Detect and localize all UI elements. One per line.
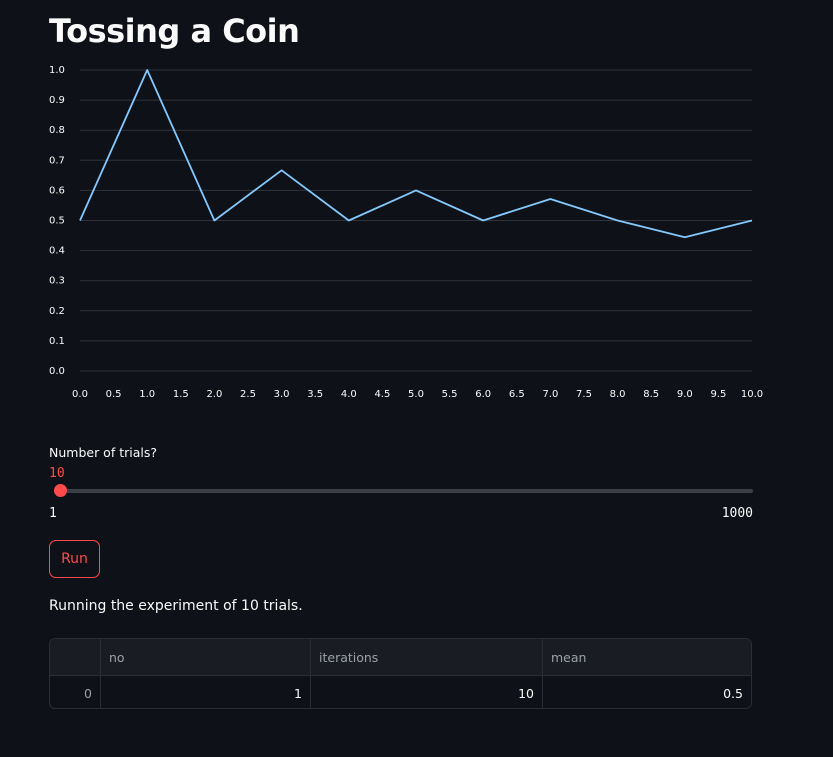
x-axis-ticks: 0.0 0.5 1.0 1.5 2.0 2.5 3.0 3.5 4.0 4.5 5.0 5.5 6.0 6… [72,389,763,400]
table-header-mean[interactable]: mean [543,639,751,675]
table-header-row: no iterations mean [50,639,751,676]
table-cell-mean[interactable]: 0.5 [543,676,751,708]
x-tick-label: 7.5 [576,389,592,400]
x-tick-label: 2.5 [240,389,256,400]
y-tick-label: 0.3 [49,276,65,287]
y-tick-label: 0.5 [49,216,65,227]
x-tick-label: 3.0 [274,389,290,400]
y-tick-label: 0.2 [49,306,65,317]
slider-thumb[interactable] [53,484,67,497]
slider-label: Number of trials? [49,445,158,460]
x-tick-label: 9.0 [677,389,693,400]
table-row: 0 1 10 0.5 [50,676,751,708]
run-button[interactable]: Run [49,540,100,578]
x-tick-label: 4.0 [341,389,357,400]
table-cell-iterations[interactable]: 10 [311,676,543,708]
page-title: Tossing a Coin [49,12,300,50]
y-tick-label: 0.6 [49,185,65,196]
results-table: no iterations mean 0 1 10 0.5 [49,638,752,709]
x-tick-label: 8.0 [610,389,626,400]
y-tick-label: 0.4 [49,246,65,257]
slider-track[interactable] [54,489,753,493]
x-tick-label: 5.5 [442,389,458,400]
chart-series [79,69,753,239]
x-tick-label: 1.5 [173,389,189,400]
x-tick-label: 10.0 [741,389,763,400]
x-tick-label: 6.5 [509,389,525,400]
table-cell-no[interactable]: 1 [101,676,311,708]
slider-min-label: 1 [49,506,57,521]
line-chart: 0.0 0.1 0.2 0.3 0.4 0.5 0.6 0.7 0.8 0.9 1.0 0.0 0.5… [49,65,763,400]
chart-grid [80,69,752,372]
table-header-iterations[interactable]: iterations [311,639,543,675]
x-tick-label: 0.5 [106,389,122,400]
y-tick-label: 1.0 [49,65,65,76]
y-tick-label: 0.9 [49,95,65,106]
slider-current-value: 10 [49,466,65,481]
x-tick-label: 5.0 [408,389,424,400]
table-cell-index[interactable]: 0 [50,676,101,708]
y-tick-label: 0.7 [49,155,65,166]
x-tick-label: 2.0 [206,389,222,400]
app-page: Tossing a Coin 0.0 0.1 0.2 0.3 0.4 0.5 0.6 0.7 0… [0,0,833,757]
slider-max-label: 1000 [721,506,753,521]
y-tick-label: 0.0 [49,366,65,377]
x-tick-label: 6.0 [475,389,491,400]
x-tick-label: 7.0 [542,389,558,400]
y-axis-ticks: 0.0 0.1 0.2 0.3 0.4 0.5 0.6 0.7 0.8 0.9 1.0 [49,65,65,377]
x-tick-label: 1.0 [139,389,155,400]
x-tick-label: 0.0 [72,389,88,400]
x-tick-label: 8.5 [643,389,659,400]
table-header-index[interactable] [50,639,101,675]
x-tick-label: 3.5 [307,389,323,400]
x-tick-label: 9.5 [710,389,726,400]
status-text: Running the experiment of 10 trials. [49,598,303,614]
table-header-no[interactable]: no [101,639,311,675]
series-line-0 [79,69,753,239]
y-tick-label: 0.1 [49,336,65,347]
y-tick-label: 0.8 [49,125,65,136]
x-tick-label: 4.5 [374,389,390,400]
